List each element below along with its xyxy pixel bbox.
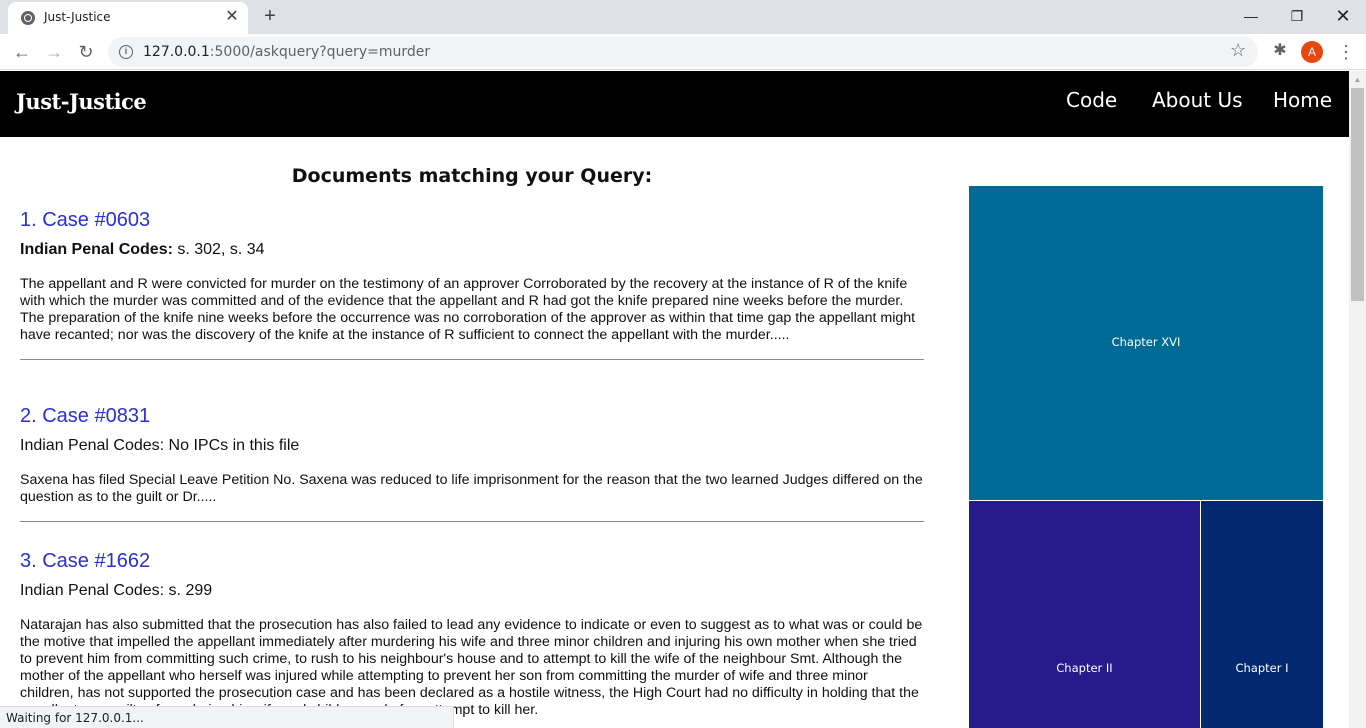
scrollbar-thumb[interactable] [1351, 88, 1364, 301]
browser-tab[interactable]: Just-Justice ✕ [8, 2, 248, 34]
info-icon[interactable]: i [119, 45, 133, 59]
address-bar[interactable]: i 127.0.0.1:5000/askquery?query=murder ☆ [108, 37, 1258, 67]
ipc-value: s. 302, s. 34 [172, 241, 265, 258]
result-title-link[interactable]: 1. Case #0603 [20, 209, 924, 232]
browser-tab-strip: Just-Justice ✕ + — ❐ ✕ [0, 0, 1366, 34]
forward-arrow-icon[interactable]: → [42, 40, 66, 64]
tile-label: Chapter II [1056, 661, 1113, 675]
tile-label: Chapter I [1235, 661, 1289, 675]
results-heading: Documents matching your Query: [291, 165, 653, 187]
result-title-link[interactable]: 2. Case #0831 [20, 405, 924, 428]
ipc-value: s. 299 [164, 582, 213, 599]
close-tab-icon[interactable]: ✕ [223, 8, 241, 26]
browser-status-bar: Waiting for 127.0.0.1... [0, 706, 454, 728]
result-item: 3. Case #1662 Indian Penal Codes: s. 299… [20, 550, 924, 719]
result-ipc-line: Indian Penal Codes: s. 299 [20, 582, 924, 600]
treemap-tile-chapter-ii[interactable]: Chapter II [969, 501, 1200, 728]
page-scrollbar[interactable]: ▲ [1349, 71, 1366, 728]
nav-link-home[interactable]: Home [1273, 88, 1332, 112]
treemap-tile-chapter-xvi[interactable]: Chapter XVI [969, 186, 1323, 500]
reload-icon[interactable]: ↻ [74, 40, 98, 64]
site-navbar: Just-Justice Code About Us Home [0, 71, 1349, 137]
result-ipc-line: Indian Penal Codes: No IPCs in this file [20, 437, 924, 455]
result-summary: Natarajan has also submitted that the pr… [20, 617, 923, 718]
url-host: 127.0.0.1 [143, 44, 210, 60]
result-summary: Saxena has filed Special Leave Petition … [20, 472, 923, 505]
tile-label: Chapter XVI [1111, 335, 1181, 349]
tab-title: Just-Justice [44, 10, 111, 24]
window-close-icon[interactable]: ✕ [1320, 2, 1366, 30]
result-item: 1. Case #0603 Indian Penal Codes: s. 302… [20, 209, 924, 360]
ipc-label: Indian Penal Codes: [20, 241, 173, 258]
minimize-icon[interactable]: — [1228, 2, 1274, 30]
browser-toolbar: ← → ↻ i 127.0.0.1:5000/askquery?query=mu… [0, 34, 1366, 70]
url-path: :5000/askquery?query=murder [209, 44, 431, 60]
result-divider [20, 359, 924, 360]
bookmark-star-icon[interactable]: ☆ [1230, 40, 1246, 61]
extensions-puzzle-icon[interactable]: ✱ [1269, 40, 1291, 62]
profile-avatar[interactable]: A [1301, 41, 1323, 63]
ipc-value: No IPCs in this file [164, 437, 300, 454]
new-tab-icon[interactable]: + [259, 5, 281, 27]
restore-icon[interactable]: ❐ [1274, 2, 1320, 30]
ipc-label: Indian Penal Codes: [20, 582, 165, 599]
ipc-label: Indian Penal Codes: [20, 437, 165, 454]
result-summary: The appellant and R were convicted for m… [20, 276, 916, 343]
result-ipc-line: Indian Penal Codes: s. 302, s. 34 [20, 241, 924, 259]
result-item: 2. Case #0831 Indian Penal Codes: No IPC… [20, 405, 924, 522]
globe-icon [21, 11, 35, 25]
back-arrow-icon[interactable]: ← [10, 40, 34, 64]
result-title-link[interactable]: 3. Case #1662 [20, 550, 924, 573]
nav-link-about-us[interactable]: About Us [1152, 88, 1243, 112]
treemap-tile-chapter-i[interactable]: Chapter I [1201, 501, 1323, 728]
result-divider [20, 521, 924, 522]
scroll-up-arrow-icon[interactable]: ▲ [1349, 71, 1366, 88]
url-text[interactable]: 127.0.0.1:5000/askquery?query=murder [143, 44, 430, 60]
site-brand[interactable]: Just-Justice [16, 89, 147, 114]
browser-menu-icon[interactable]: ⋮ [1337, 40, 1355, 64]
ipc-chapter-treemap: Chapter XVI Chapter II Chapter I [969, 186, 1323, 728]
nav-link-code[interactable]: Code [1066, 88, 1117, 112]
